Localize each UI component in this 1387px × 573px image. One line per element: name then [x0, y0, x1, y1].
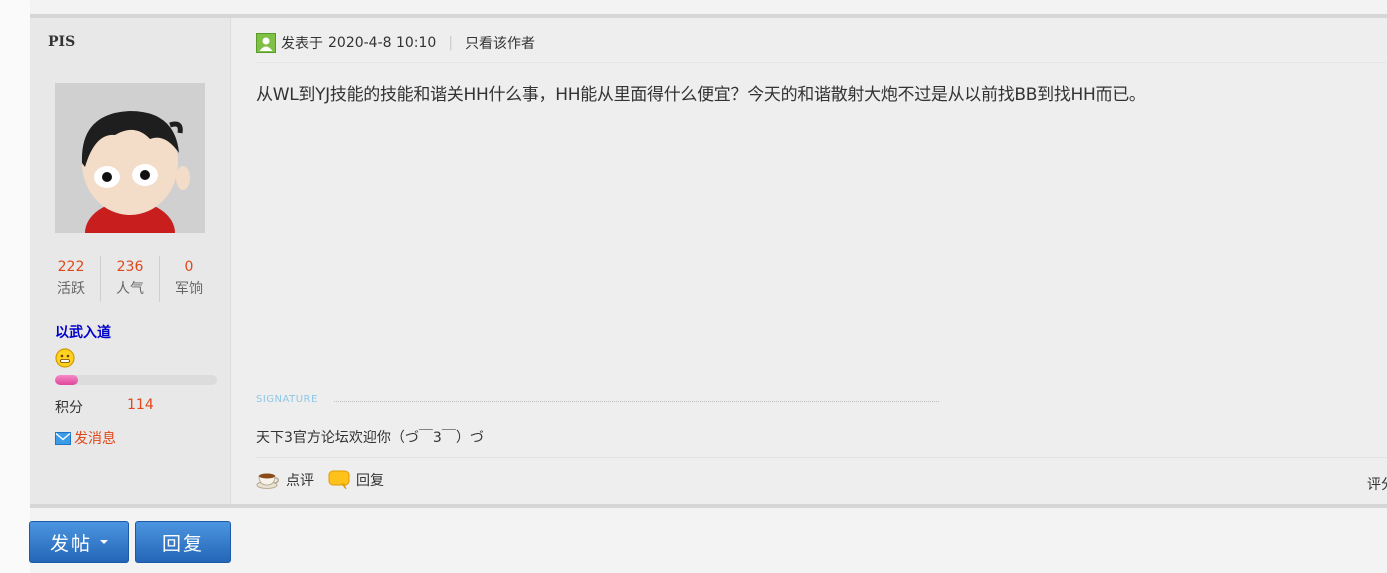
- reply-label: 回复: [356, 473, 384, 489]
- stat-value: 236: [116, 259, 144, 275]
- envelope-icon: [55, 431, 71, 445]
- stat-label: 人气: [116, 281, 144, 297]
- stat-value: 0: [184, 259, 194, 275]
- stat-popularity[interactable]: 236 人气: [101, 256, 160, 302]
- send-message-label: 发消息: [74, 431, 116, 447]
- stat-activity[interactable]: 222 活跃: [42, 256, 101, 302]
- reply-post-button[interactable]: 回复: [135, 521, 231, 563]
- post-meta: 发表于 2020-4-8 10:10 | 只看该作者: [256, 32, 535, 54]
- new-post-label: 发帖: [49, 532, 92, 555]
- comment-label: 点评: [286, 473, 314, 489]
- rate-link[interactable]: 评分: [1367, 474, 1387, 494]
- stat-pay[interactable]: 0 军饷: [160, 256, 218, 302]
- signature-text: 天下3官方论坛欢迎你（づ￣3￣）づ: [256, 430, 484, 446]
- divider: [256, 457, 1387, 458]
- smiley-icon: [55, 348, 75, 368]
- post-content: 发表于 2020-4-8 10:10 | 只看该作者 从WL到YJ技能的技能和谐…: [232, 18, 1387, 504]
- comment-button[interactable]: 点评: [256, 470, 314, 490]
- author-name[interactable]: PIS: [48, 34, 75, 50]
- send-message-link[interactable]: 发消息: [55, 428, 116, 448]
- reply-post-label: 回复: [161, 532, 204, 555]
- points-label: 积分: [55, 400, 83, 416]
- signature-divider: [334, 401, 939, 402]
- user-online-icon: [256, 33, 276, 53]
- new-post-button[interactable]: 发帖: [29, 521, 129, 563]
- points-value[interactable]: 114: [127, 397, 154, 413]
- author-sidebar: PIS 222 活跃 236 人气 0 军饷 以武入道 积分 114 发消息: [30, 18, 231, 504]
- forum-post: PIS 222 活跃 236 人气 0 军饷 以武入道 积分 114 发消息 发…: [30, 14, 1387, 508]
- stat-label: 军饷: [175, 281, 203, 297]
- post-body-text: 从WL到YJ技能的技能和谐关HH什么事，HH能从里面得什么便宜？今天的和谐散射大…: [256, 85, 1146, 105]
- usergroup-link[interactable]: 以武入道: [55, 322, 111, 342]
- post-date: 2020-4-8 10:10: [328, 35, 437, 51]
- stat-value: 222: [57, 259, 85, 275]
- signature-label: SIGNATURE: [256, 394, 318, 405]
- posted-label: 发表于: [281, 36, 323, 52]
- author-avatar[interactable]: [55, 83, 205, 233]
- page-left-margin: [0, 0, 30, 573]
- teacup-icon: [256, 473, 279, 489]
- author-stats: 222 活跃 236 人气 0 军饷: [42, 256, 218, 302]
- reply-button[interactable]: 回复: [328, 470, 384, 490]
- meta-separator: |: [448, 35, 454, 51]
- level-progress-bar: [55, 375, 217, 385]
- avatar-image: [55, 83, 205, 233]
- level-progress-fill: [55, 375, 78, 385]
- speech-bubble-icon: [328, 470, 350, 490]
- chevron-down-icon: [100, 540, 108, 544]
- stat-label: 活跃: [57, 281, 85, 297]
- divider: [256, 62, 1387, 63]
- post-actions: 点评 回复: [256, 470, 398, 490]
- only-author-link[interactable]: 只看该作者: [465, 33, 535, 53]
